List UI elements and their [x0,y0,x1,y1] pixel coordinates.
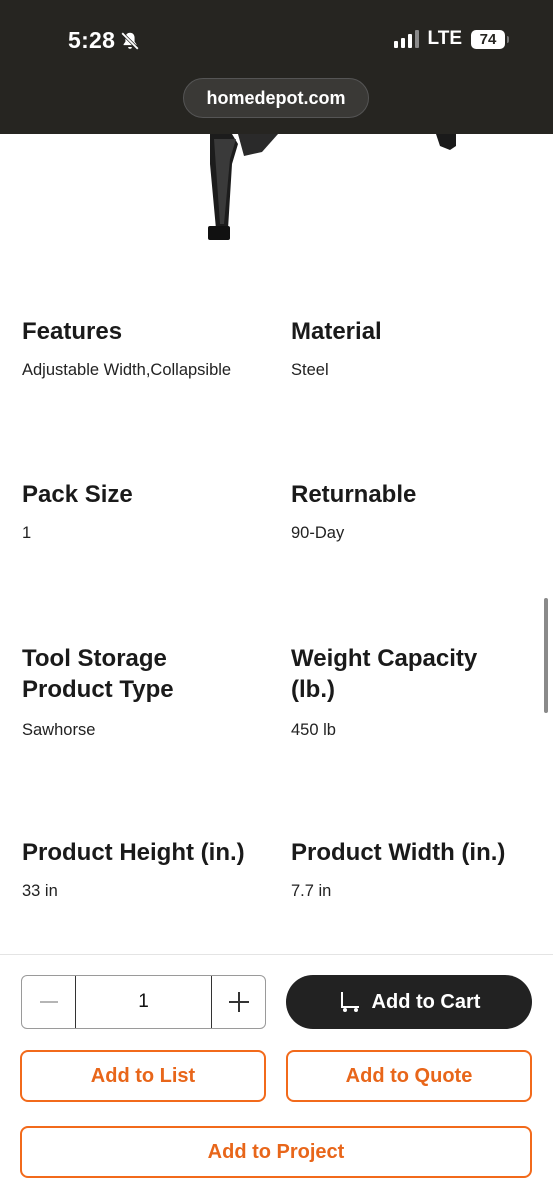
spec-value: Sawhorse [22,721,96,739]
bell-slash-icon [121,31,140,50]
add-to-quote-button[interactable]: Add to Quote [286,1050,532,1102]
network-type: LTE [427,28,462,49]
spec-features: Features Adjustable Width,Collapsible [22,316,272,380]
time-text: 5:28 [68,27,116,53]
spec-value: Steel [291,361,329,379]
cart-icon [340,992,359,1012]
spec-product-height: Product Height (in.) 33 in [22,837,272,901]
spec-pack-size: Pack Size 1 [22,479,272,543]
status-indicators: LTE 74 [393,28,509,50]
product-image [208,134,456,240]
spec-value: 450 lb [291,721,336,739]
battery-icon: 74 [471,29,509,49]
spec-value: Adjustable Width,Collapsible [22,361,232,379]
spec-label: Features [22,318,123,345]
spec-label: Product Height (in.) [22,839,245,866]
spec-tool-storage-type: Tool Storage Product Type Sawhorse [22,643,222,740]
spec-weight-capacity: Weight Capacity (lb.) 450 lb [291,643,506,740]
spec-value: 90-Day [291,524,345,542]
spec-label: Product Width (in.) [291,839,506,866]
clock: 5:28 [68,27,141,54]
minus-icon [39,1001,58,1003]
status-bar: 5:28 LTE 74 homedepot.com [0,0,553,134]
increment-button[interactable] [212,976,265,1028]
add-to-cart-label: Add to Cart [371,990,481,1013]
spec-material: Material Steel [291,316,541,380]
spec-label: Pack Size [22,481,133,508]
spec-returnable: Returnable 90-Day [291,479,541,543]
spec-label: Material [291,318,382,345]
spec-label: Tool Storage Product Type [22,645,174,703]
spec-label: Returnable [291,481,417,508]
url-bar[interactable]: homedepot.com [183,78,369,118]
spec-label: Weight Capacity (lb.) [291,645,478,703]
spec-value: 33 in [22,882,58,900]
add-to-project-button[interactable]: Add to Project [20,1126,532,1178]
add-to-cart-button[interactable]: Add to Cart [286,975,532,1029]
spec-value: 1 [22,524,32,542]
page-scrollbar[interactable] [544,598,548,713]
decrement-button[interactable] [22,976,75,1028]
plus-icon [228,992,249,1012]
signal-bars-icon [393,30,419,48]
purchase-actions: 1 Add to Cart Add to List Add to Quote A… [0,954,553,1201]
quantity-input[interactable]: 1 [75,976,212,1028]
quantity-stepper: 1 [21,975,266,1029]
add-to-list-button[interactable]: Add to List [20,1050,266,1102]
spec-product-width: Product Width (in.) 7.7 in [291,837,546,901]
spec-value: 7.7 in [291,882,332,900]
